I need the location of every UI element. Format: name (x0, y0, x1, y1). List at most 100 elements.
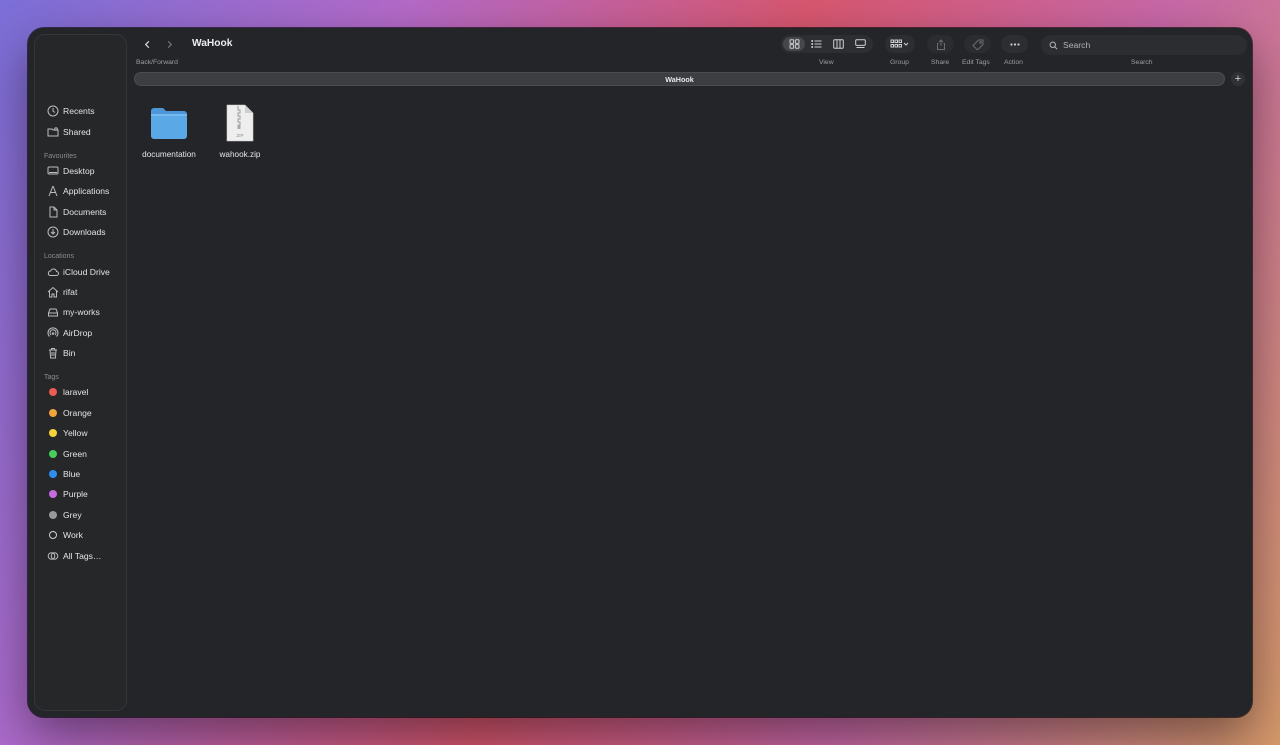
sidebar-item-label: Recents (63, 106, 95, 117)
file-name: wahook.zip (219, 150, 261, 159)
home-icon (46, 285, 59, 298)
path-bar[interactable]: WaHook (134, 72, 1225, 86)
document-icon (46, 205, 59, 218)
sidebar-header-locations: Locations (44, 253, 74, 261)
toolbar: Back/Forward WaHook View Group Share Edi… (128, 28, 1252, 73)
sidebar: Recents Shared Favourites Desktop Applic… (34, 34, 127, 711)
sidebar-item-documents[interactable]: Documents (35, 202, 126, 222)
view-icon-button[interactable] (783, 37, 805, 51)
sidebar-item-label: Green (63, 448, 87, 459)
sidebar-tag-green[interactable]: Green (35, 443, 126, 463)
view-switcher (781, 35, 873, 53)
tag-dot-icon (49, 510, 57, 519)
cloud-icon (46, 265, 59, 278)
view-list-button[interactable] (805, 37, 827, 51)
share-label: Share (931, 59, 950, 66)
sidebar-item-label: rifat (63, 286, 78, 297)
tag-dot-icon (49, 429, 57, 438)
file-item[interactable]: documentation (134, 102, 204, 159)
sidebar-tag-grey[interactable]: Grey (35, 505, 126, 525)
file-area: documentation ZIP wahook.zip (128, 88, 1252, 717)
zip-file-icon: ZIP (218, 102, 262, 144)
file-name: documentation (142, 150, 196, 159)
sidebar-item-label: Bin (63, 348, 76, 359)
sidebar-item-label: my-works (63, 307, 100, 318)
share-button[interactable] (927, 35, 954, 53)
back-forward-group (136, 36, 181, 53)
sidebar-item-airdrop[interactable]: AirDrop (35, 323, 126, 343)
sidebar-item-label: Blue (63, 469, 81, 480)
sidebar-tag-blue[interactable]: Blue (35, 464, 126, 484)
tag-dot-icon (49, 531, 57, 540)
sidebar-item-label: Yellow (63, 428, 88, 439)
back-button[interactable] (136, 36, 158, 53)
file-item[interactable]: ZIP wahook.zip (205, 102, 275, 159)
sidebar-item-rifat[interactable]: rifat (35, 282, 126, 302)
back-forward-label: Back/Forward (136, 59, 178, 66)
sidebar-item-applications[interactable]: Applications (35, 181, 126, 201)
all-tags-icon (46, 549, 59, 562)
sidebar-item-label: Shared (63, 126, 91, 137)
airdrop-icon (46, 326, 59, 339)
sidebar-tag-laravel[interactable]: laravel (35, 382, 126, 402)
forward-button[interactable] (158, 36, 180, 53)
sidebar-item-label: Work (63, 530, 83, 541)
search-icon (1049, 41, 1058, 49)
tag-dot-icon (49, 408, 57, 417)
trash-icon (46, 347, 59, 360)
drive-icon (46, 306, 59, 319)
desktop-icon (46, 164, 59, 177)
shared-folder-icon (46, 125, 59, 138)
sidebar-header-favourites: Favourites (44, 152, 77, 160)
new-tab-button[interactable]: + (1231, 72, 1245, 86)
sidebar-item-label: Applications (63, 186, 110, 197)
tag-dot-icon (49, 470, 57, 479)
search-field[interactable] (1041, 35, 1247, 55)
sidebar-item-label: AirDrop (63, 327, 93, 338)
sidebar-header-tags: Tags (44, 374, 59, 382)
sidebar-item-recents[interactable]: Recents (35, 101, 126, 121)
sidebar-item-label: laravel (63, 387, 89, 398)
clock-icon (46, 105, 59, 118)
applications-icon (46, 185, 59, 198)
action-label: Action (1004, 59, 1023, 66)
edit-tags-button[interactable] (964, 35, 991, 53)
sidebar-item-label: Orange (63, 407, 92, 418)
sidebar-item-label: All Tags… (63, 550, 102, 561)
tag-dot-icon (49, 449, 57, 458)
sidebar-item-icloud-drive[interactable]: iCloud Drive (35, 261, 126, 281)
sidebar-item-label: iCloud Drive (63, 266, 110, 277)
sidebar-item-label: Grey (63, 509, 82, 520)
sidebar-item-label: Purple (63, 489, 88, 500)
sidebar-item-downloads[interactable]: Downloads (35, 222, 126, 242)
download-icon (46, 226, 59, 239)
sidebar-item-bin[interactable]: Bin (35, 343, 126, 363)
sidebar-item-all-tags[interactable]: All Tags… (35, 545, 126, 565)
group-label: Group (890, 59, 909, 66)
zip-badge: ZIP (236, 133, 243, 138)
sidebar-item-desktop[interactable]: Desktop (35, 161, 126, 181)
sidebar-item-label: Documents (63, 206, 107, 217)
folder-icon (147, 102, 191, 144)
sidebar-tag-work[interactable]: Work (35, 525, 126, 545)
sidebar-item-label: Desktop (63, 165, 95, 176)
sidebar-item-label: Downloads (63, 227, 106, 238)
view-columns-button[interactable] (827, 37, 849, 51)
edit-tags-label: Edit Tags (962, 59, 990, 66)
sidebar-tag-yellow[interactable]: Yellow (35, 423, 126, 443)
search-label: Search (1131, 59, 1153, 66)
action-button[interactable] (1001, 35, 1028, 53)
sidebar-tag-purple[interactable]: Purple (35, 484, 126, 504)
view-gallery-button[interactable] (849, 37, 871, 51)
finder-window: Recents Shared Favourites Desktop Applic… (28, 28, 1252, 717)
group-button[interactable] (885, 35, 915, 53)
search-input[interactable] (1063, 40, 1233, 50)
sidebar-tag-orange[interactable]: Orange (35, 403, 126, 423)
sidebar-item-shared[interactable]: Shared (35, 121, 126, 141)
tag-dot-icon (49, 490, 57, 499)
tag-dot-icon (49, 388, 57, 397)
plus-icon: + (1234, 72, 1242, 85)
view-label: View (819, 59, 834, 66)
window-title: WaHook (192, 38, 233, 49)
sidebar-item-my-works[interactable]: my-works (35, 302, 126, 322)
